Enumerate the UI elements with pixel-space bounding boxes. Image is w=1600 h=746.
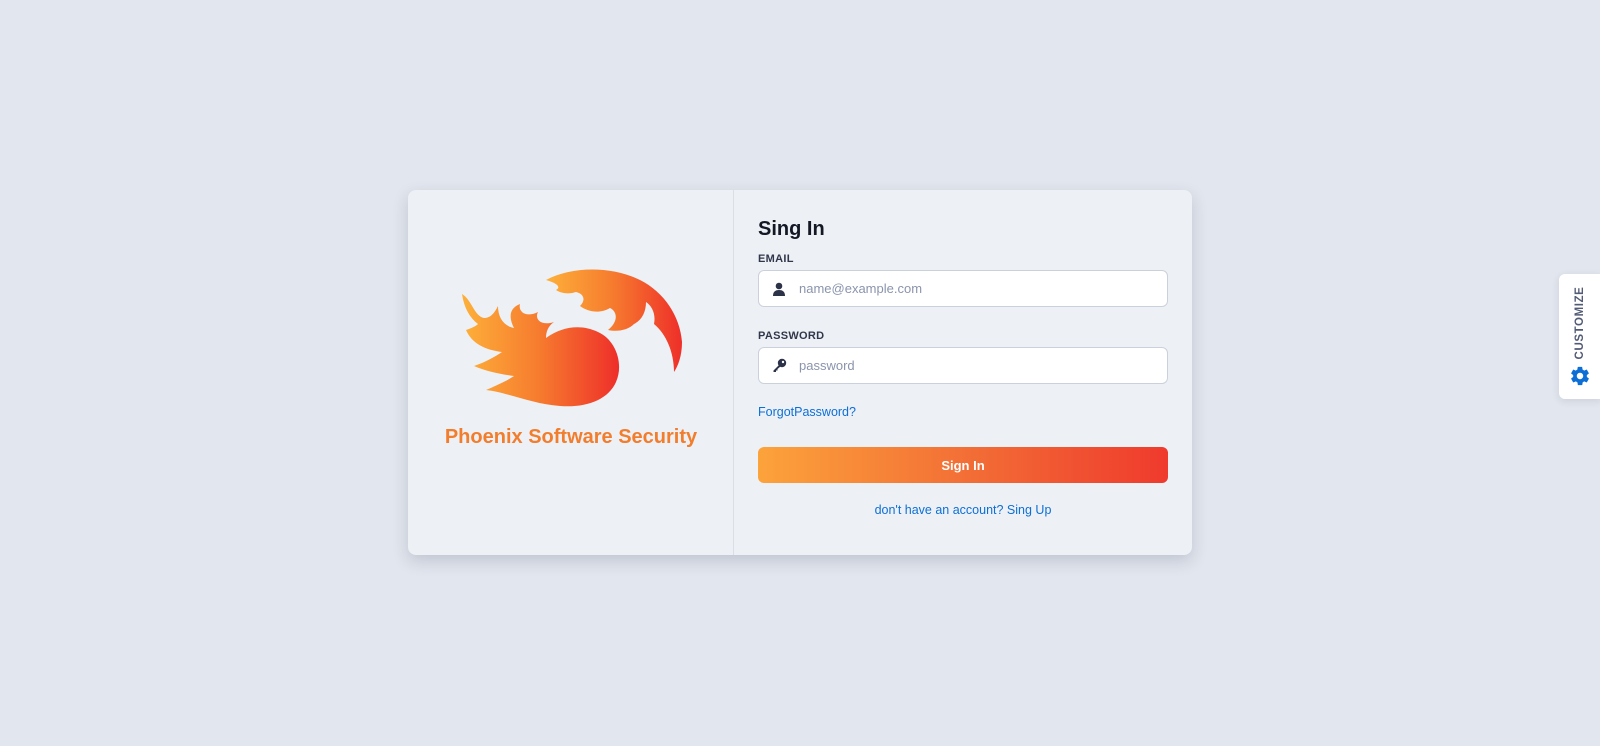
email-field[interactable]	[799, 271, 1167, 306]
customize-tab[interactable]: CUSTOMIZE	[1559, 274, 1600, 399]
user-icon	[759, 271, 799, 306]
page-title: Sing In	[758, 218, 825, 240]
password-label: PASSWORD	[758, 330, 825, 342]
password-field-wrapper	[758, 347, 1168, 384]
customize-label: CUSTOMIZE	[1574, 286, 1586, 360]
password-field[interactable]	[799, 348, 1167, 383]
gear-icon	[1571, 366, 1589, 386]
sign-in-button[interactable]: Sign In	[758, 447, 1168, 483]
login-card: Phoenix Software Security Sing In EMAIL …	[408, 190, 1192, 555]
phoenix-logo	[462, 269, 682, 407]
sign-up-link[interactable]: don't have an account? Sing Up	[758, 503, 1168, 517]
signin-form: Sing In EMAIL PASSWORD ForgotPas	[734, 190, 1192, 555]
email-field-wrapper	[758, 270, 1168, 307]
forgot-password-link[interactable]: ForgotPassword?	[758, 405, 856, 419]
email-label: EMAIL	[758, 253, 794, 265]
brand-panel: Phoenix Software Security	[408, 190, 734, 555]
brand-name: Phoenix Software Security	[444, 426, 698, 448]
key-icon	[759, 348, 799, 383]
